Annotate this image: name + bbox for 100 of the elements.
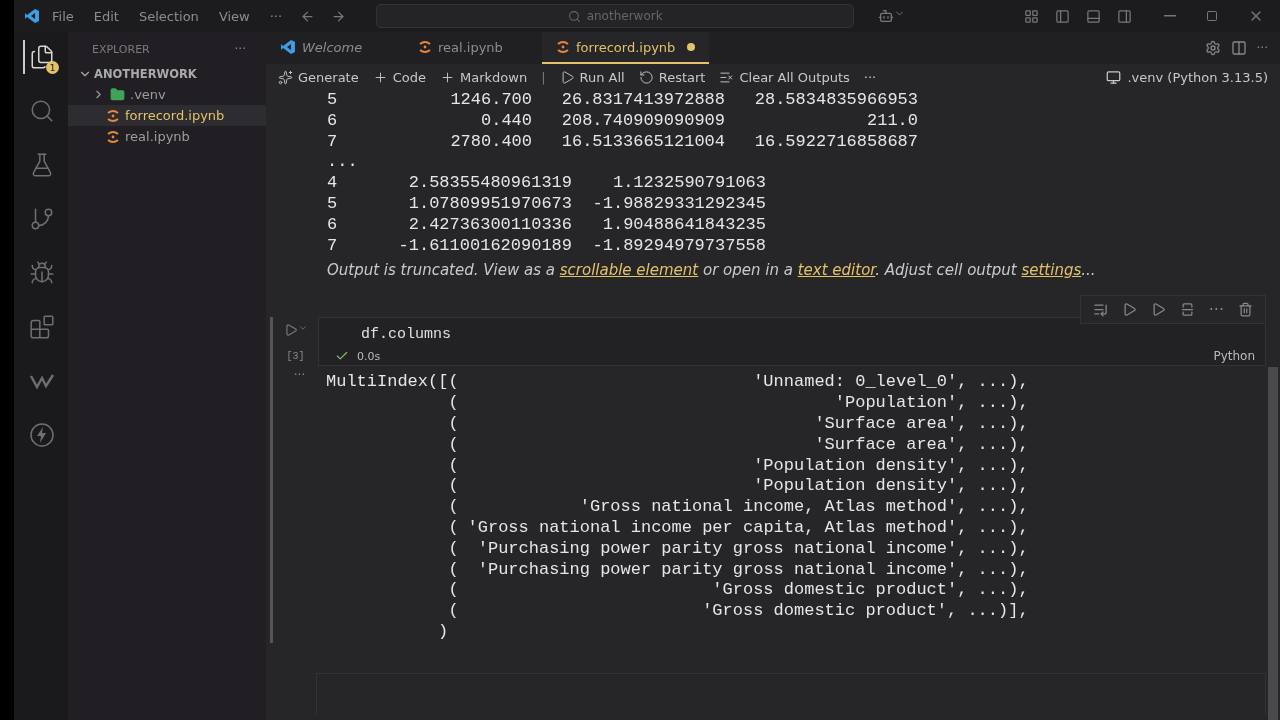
toolbar-button[interactable]: ··· <box>863 69 877 85</box>
toolbar-button[interactable]: Markdown <box>440 69 528 85</box>
output-text: MultiIndex([( <box>326 372 459 394</box>
output-text: ( <box>447 559 459 581</box>
unsaved-dot <box>687 43 696 51</box>
language-label[interactable]: Python <box>1213 349 1255 364</box>
code-line: df.columns <box>361 326 452 344</box>
clear-list-icon <box>719 69 735 85</box>
output-text: 'Surface area', ...), <box>813 413 1029 435</box>
notebook-icon <box>106 129 120 144</box>
toolbar-button[interactable]: Run All <box>559 69 625 85</box>
output-value: 2.42736300110336 <box>407 214 572 236</box>
execution-count: [3] <box>286 351 305 363</box>
output-value: 1246.700 <box>449 90 532 111</box>
menu-item[interactable]: Edit <box>85 6 127 26</box>
more-button[interactable]: ··· <box>1208 300 1224 320</box>
output-text: ( <box>447 538 459 560</box>
output-value: 0.440 <box>480 110 532 132</box>
output-value: 6 <box>327 110 339 132</box>
output-text: 'Gross domestic product', ...), <box>711 580 1029 602</box>
output-text: ( <box>447 497 459 518</box>
output-text: 'Gross national income, Atlas method', ...), <box>578 497 1029 518</box>
output-value: 2780.400 <box>449 131 532 153</box>
output-text: 'Population density', ...), <box>752 455 1029 477</box>
output-value: 1.90488641843235 <box>601 214 766 236</box>
menu-item[interactable]: ··· <box>261 6 291 26</box>
output-value: -1.61100162090189 <box>397 235 572 257</box>
truncation-message: Output is truncated. View as a scrollable element or open in a text editor. Adjust cell output settings... <box>327 261 1096 280</box>
notebook-icon <box>556 40 570 54</box>
output-text: ( <box>447 476 459 498</box>
split-editor-icon[interactable] <box>1230 40 1247 56</box>
notebook-icon <box>106 108 120 123</box>
toolbar-button[interactable]: Clear All Outputs <box>719 69 850 85</box>
run-by-line-icon[interactable] <box>1092 302 1108 318</box>
output-value: 5 <box>327 90 339 111</box>
output-text: 'Gross national income per capita, Atlas method', ...), <box>466 517 1029 539</box>
plus-icon <box>440 69 455 85</box>
toolbar-button[interactable]: Generate <box>278 69 359 85</box>
panel-left-icon <box>1055 8 1070 24</box>
run-above-icon[interactable] <box>1121 302 1137 318</box>
output-value: 2.58355480961319 <box>407 173 572 194</box>
file-tree-item[interactable]: forrecord.ipynb <box>68 105 266 126</box>
editor-tab[interactable]: forrecord.ipynb <box>542 32 710 64</box>
files-icon <box>29 44 55 70</box>
notebook-icon <box>418 40 432 54</box>
layout-icon <box>1024 8 1039 24</box>
output-value: 16.5922716858687 <box>753 131 918 153</box>
output-value: 208.740909090909 <box>560 110 725 132</box>
file-tree-item[interactable]: .venv <box>68 84 266 105</box>
menu-item[interactable]: File <box>44 6 82 26</box>
menu-item[interactable]: Selection <box>130 6 207 26</box>
output-ellipsis: ... <box>327 152 357 174</box>
logo-icon <box>24 8 40 24</box>
run-below-icon[interactable] <box>1150 302 1166 318</box>
bug-icon <box>29 260 55 286</box>
scrollbar[interactable] <box>1268 367 1278 720</box>
output-text: ( <box>447 413 459 435</box>
editor-tab[interactable]: real.ipynb <box>404 32 542 64</box>
output-text: 'Population', ...), <box>833 393 1029 414</box>
toolbar-separator: | <box>541 69 546 85</box>
restart-icon <box>638 69 654 85</box>
file-tree-item[interactable]: real.ipynb <box>68 126 266 147</box>
output-text: ( <box>447 455 459 477</box>
activity-button[interactable]: 1 <box>23 40 59 74</box>
search-icon <box>567 9 581 23</box>
split-cell-icon[interactable] <box>1179 302 1195 318</box>
more-button[interactable]: ··· <box>1256 41 1268 55</box>
minimize-icon <box>1164 15 1176 17</box>
output-more-button[interactable]: ··· <box>293 368 306 643</box>
logo-icon <box>280 39 296 55</box>
lightning-icon <box>29 422 55 448</box>
sidebar-title: EXPLORER <box>92 42 150 56</box>
output-value: 1.07809951970673 <box>407 194 572 215</box>
toolbar-button[interactable]: Code <box>372 69 426 85</box>
arrow-right-icon <box>331 8 347 24</box>
execution-time: 0.0s <box>357 349 381 363</box>
menu-item[interactable]: View <box>210 6 258 26</box>
output-text: 'Population density', ...), <box>752 476 1029 498</box>
folder-header[interactable]: ANOTHERWORK <box>68 64 266 84</box>
output-text: ( <box>447 601 459 622</box>
output-text: ( <box>447 517 459 539</box>
output-link[interactable]: settings <box>1021 261 1082 280</box>
output-link[interactable]: text editor <box>797 261 876 280</box>
kernel-icon <box>1106 69 1122 85</box>
code-cell[interactable]: df.columns 0.0s Python <box>318 317 1266 367</box>
output-value: 16.5133665121004 <box>560 131 725 153</box>
delete-icon[interactable] <box>1238 302 1253 318</box>
output-value: 28.5834835966953 <box>753 90 918 111</box>
output-text: 'Surface area', ...), <box>813 434 1029 456</box>
more-button[interactable]: ··· <box>234 42 246 56</box>
output-link[interactable]: scrollable element <box>559 261 699 280</box>
output-value: 7 <box>327 131 339 153</box>
toolbar-button[interactable]: Restart <box>638 69 706 85</box>
folder-icon <box>110 87 125 102</box>
kernel-picker[interactable]: .venv (Python 3.13.5) <box>1106 69 1268 85</box>
settings-icon[interactable] <box>1204 40 1221 56</box>
sparkle-icon <box>278 69 293 85</box>
editor-tab[interactable]: Welcome <box>266 32 404 64</box>
output-value: 6 <box>327 214 339 236</box>
output-value: 5 <box>327 194 339 215</box>
